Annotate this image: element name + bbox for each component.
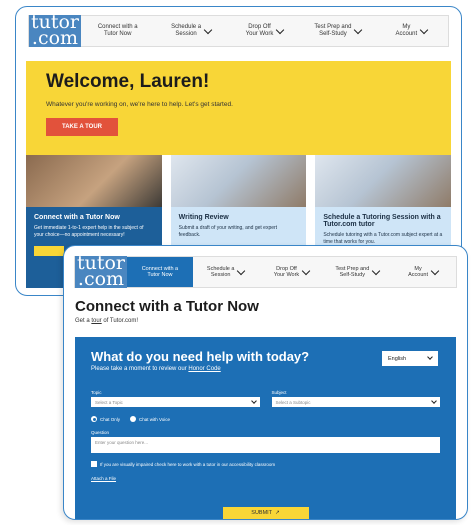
external-link-icon: ↗: [275, 510, 280, 516]
chevron-down-icon: [237, 266, 246, 275]
foreground-window: tutor .com Connect with a Tutor Now Sche…: [63, 245, 468, 520]
card-description: Submit a draft of your writing, and get …: [178, 225, 278, 238]
nav-connect-tutor[interactable]: Connect with a Tutor Now: [127, 257, 193, 287]
chevron-down-icon: [203, 25, 213, 34]
language-select[interactable]: English: [382, 351, 438, 366]
welcome-title: Welcome, Lauren!: [46, 71, 210, 92]
question-label: Question: [91, 430, 110, 435]
subject-select[interactable]: Select a Subtopic: [271, 397, 440, 407]
nav-label: Schedule a Session: [206, 265, 235, 278]
topic-group: Topic Select a Topic: [91, 382, 260, 407]
radio-icon: [130, 416, 137, 422]
radio-label: Chat Only: [100, 416, 121, 422]
chat-mode-radios: Chat Only Chat with Voice: [91, 416, 440, 422]
nav-my-account[interactable]: My Account: [375, 16, 448, 46]
attach-file-link[interactable]: Attach a File: [91, 476, 116, 481]
chevron-down-icon: [427, 354, 433, 360]
nav-schedule-session[interactable]: Schedule a Session: [193, 257, 259, 287]
card-title: Writing Review: [178, 214, 229, 221]
chevron-down-icon: [419, 25, 429, 34]
nav-label: Drop Off Your Work: [245, 24, 274, 37]
honor-code-note: Please take a moment to review our Honor…: [91, 366, 440, 372]
nav-label: Connect with a Tutor Now: [141, 265, 179, 278]
chevron-down-icon: [372, 266, 381, 275]
submit-label: SUBMIT: [251, 510, 273, 516]
chevron-down-icon: [276, 25, 285, 34]
radio-selected-icon: [91, 416, 97, 422]
submit-button[interactable]: SUBMIT ↗: [222, 507, 309, 519]
accessibility-label: If you are visually impaired check here …: [100, 461, 276, 467]
help-request-form: What do you need help with today? Please…: [75, 337, 456, 519]
radio-label: Chat with Voice: [139, 416, 171, 422]
topic-subject-row: Topic Select a Topic Subject Select a Su…: [91, 382, 440, 407]
take-tour-button[interactable]: TAKE A TOUR: [46, 118, 118, 136]
nav-connect-tutor[interactable]: Connect with a Tutor Now: [81, 16, 154, 46]
checkbox-icon[interactable]: [91, 461, 97, 467]
radio-chat-voice[interactable]: Chat with Voice: [130, 416, 170, 422]
topic-label: Topic: [91, 390, 102, 395]
top-nav: tutor .com Connect with a Tutor Now Sche…: [28, 13, 449, 49]
question-textarea[interactable]: Enter your question here...: [91, 437, 440, 453]
nav-label: Test Prep and Self-Study: [335, 265, 370, 278]
student-photo: [26, 155, 162, 207]
chevron-down-icon: [301, 266, 311, 275]
subject-label: Subject: [271, 390, 287, 395]
nav-label: Drop Off Your Work: [273, 265, 300, 278]
page-header: Connect with a Tutor Now Get a tour of T…: [75, 298, 259, 324]
welcome-banner: Welcome, Lauren! Whatever you're working…: [26, 61, 451, 155]
chevron-down-icon: [431, 397, 437, 404]
nav-label: My Account: [408, 265, 429, 278]
subtitle-text: Get a: [75, 318, 92, 324]
nav-drop-off-work[interactable]: Drop Off Your Work: [228, 16, 301, 46]
subject-placeholder: Select a Subtopic: [275, 399, 311, 405]
topic-select[interactable]: Select a Topic: [91, 397, 260, 407]
page-subtitle: Get a tour of Tutor.com!: [75, 318, 259, 324]
card-button[interactable]: [34, 246, 64, 256]
subtitle-text-end: of Tutor.com!: [101, 318, 139, 324]
accessibility-checkbox-row[interactable]: If you are visually impaired check here …: [91, 461, 440, 467]
language-value: English: [388, 355, 407, 362]
welcome-subtitle: Whatever you're working on, we're here t…: [46, 101, 233, 108]
logo-text-domain: .com: [31, 27, 79, 49]
nav-drop-off-work[interactable]: Drop Off Your Work: [259, 257, 325, 287]
tour-link[interactable]: tour: [91, 318, 101, 324]
page-title: Connect with a Tutor Now: [75, 298, 259, 315]
honor-code-text: Please take a moment to review our: [91, 366, 189, 372]
nav-test-prep[interactable]: Test Prep and Self-Study: [324, 257, 390, 287]
laptop-photo: [315, 155, 452, 207]
nav-label: Test Prep and Self-Study: [314, 24, 352, 37]
chevron-down-icon: [354, 25, 363, 34]
nav-label: Connect with a Tutor Now: [97, 24, 138, 37]
honor-code-link[interactable]: Honor Code: [188, 366, 220, 372]
card-title: Schedule a Tutoring Session with a Tutor…: [323, 214, 441, 228]
nav-schedule-session[interactable]: Schedule a Session: [154, 16, 227, 46]
tutor-logo[interactable]: tutor .com: [75, 254, 127, 290]
nav-label: Schedule a Session: [171, 24, 202, 37]
writing-photo: [170, 155, 307, 207]
card-description: Get immediate 1-to-1 expert help in the …: [34, 225, 144, 238]
chevron-down-icon: [250, 397, 257, 404]
nav-my-account[interactable]: My Account: [390, 257, 456, 287]
tutor-logo[interactable]: tutor .com: [29, 13, 81, 49]
radio-chat-only[interactable]: Chat Only: [91, 416, 120, 422]
subject-group: Subject Select a Subtopic: [271, 382, 440, 407]
card-title: Connect with a Tutor Now: [34, 214, 120, 221]
nav-test-prep[interactable]: Test Prep and Self-Study: [301, 16, 374, 46]
chevron-down-icon: [430, 266, 440, 275]
nav-label: My Account: [395, 24, 418, 37]
logo-text-domain: .com: [77, 268, 125, 290]
topic-placeholder: Select a Topic: [95, 399, 123, 405]
top-nav: tutor .com Connect with a Tutor Now Sche…: [74, 254, 457, 290]
